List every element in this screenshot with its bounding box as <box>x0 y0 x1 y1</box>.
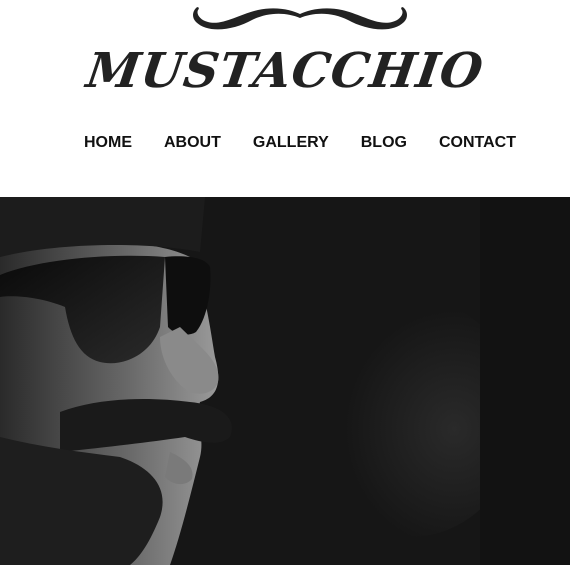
nav-item-blog[interactable]: BLOG <box>361 128 407 158</box>
page: MUSTACCHIO HOME ABOUT GALLERY BLOG CONTA… <box>0 0 570 565</box>
site-header: MUSTACCHIO HOME ABOUT GALLERY BLOG CONTA… <box>0 0 570 197</box>
main-nav: HOME ABOUT GALLERY BLOG CONTACT <box>0 128 570 158</box>
nav-item-gallery[interactable]: GALLERY <box>253 128 329 158</box>
nav-item-about[interactable]: ABOUT <box>164 128 221 158</box>
nav-item-home[interactable]: HOME <box>84 128 132 158</box>
nav-item-contact[interactable]: CONTACT <box>439 128 516 158</box>
mustache-icon <box>193 7 407 30</box>
site-logo[interactable]: MUSTACCHIO <box>0 0 570 110</box>
logo-wordmark: MUSTACCHIO <box>83 43 487 99</box>
hero-image <box>0 197 570 565</box>
hero-photo <box>0 197 570 565</box>
